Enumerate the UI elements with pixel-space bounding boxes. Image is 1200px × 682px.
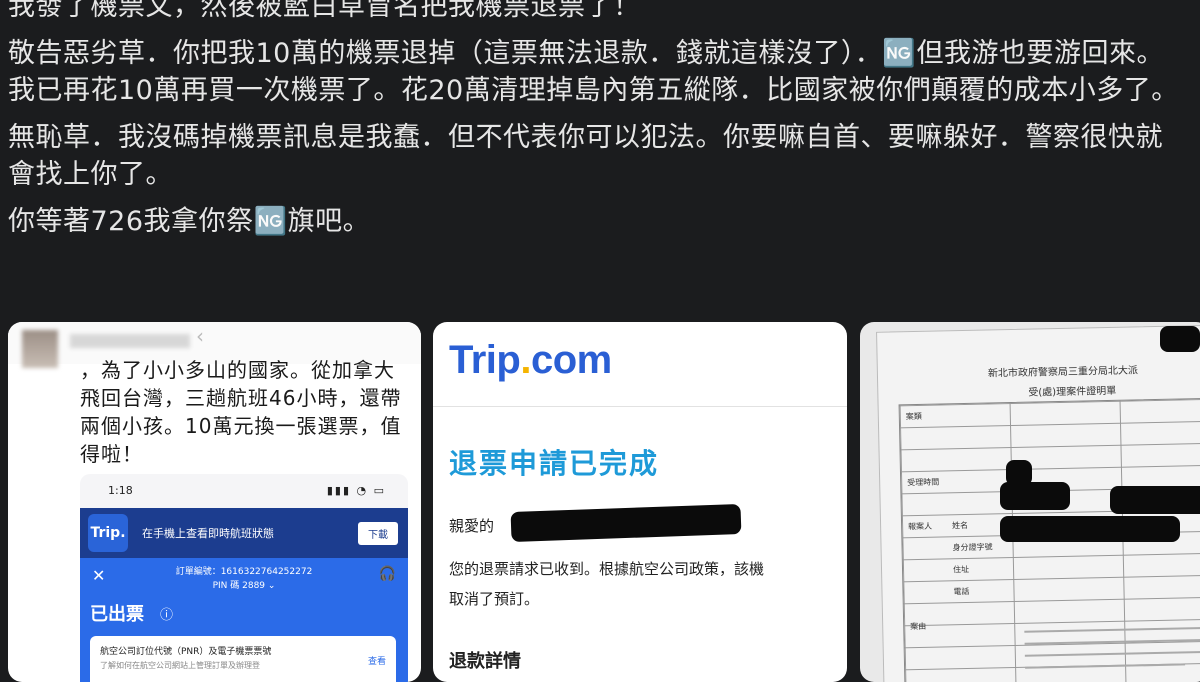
ticket-issued-label: 已出票 xyxy=(90,604,144,625)
avatar xyxy=(22,330,58,368)
banner-text: 在手機上查看即時航班狀態 xyxy=(142,527,274,540)
signal-battery-icon: ▮▮▮ ◔ ▭ xyxy=(326,484,386,497)
chevron-left-icon: ‹ xyxy=(196,324,204,348)
redaction-mark xyxy=(1000,482,1070,510)
photo-tile-2[interactable]: Trip.com 退票申請已完成 親愛的 您的退票請求已收到。根據航空公司政策，… xyxy=(433,322,847,682)
text-line xyxy=(1024,626,1200,633)
table-label: 案類 xyxy=(905,411,922,422)
photo-tile-1[interactable]: ‹ ，為了小小多山的國家。從加拿大飛回台灣，三趟航班46小時，還帶兩個小孩。10… xyxy=(8,322,421,682)
table-label: 電話 xyxy=(953,586,970,597)
refund-details-heading: 退款詳情 xyxy=(449,651,521,672)
redaction-mark xyxy=(1000,516,1180,542)
pin-code: PIN 碼 2889 ⌄ xyxy=(212,581,276,591)
headset-icon: 🎧 xyxy=(378,566,396,582)
email-body-line: 您的退票請求已收到。根據航空公司政策，該機 xyxy=(449,560,765,578)
pnr-card-title: 航空公司訂位代號（PNR）及電子機票票號 xyxy=(100,647,272,657)
app-banner: Trip. 在手機上查看即時航班狀態 下載 xyxy=(80,508,408,558)
post-paragraph: 我發了機票文，然後被藍白草冒名把我機票退票了！ xyxy=(8,0,641,22)
order-panel: ✕ 訂單編號：1616322764252272 PIN 碼 2889 ⌄ 🎧 已… xyxy=(80,558,408,682)
download-button: 下載 xyxy=(358,522,398,545)
redaction-mark xyxy=(1160,326,1200,352)
table-label: 身分證字號 xyxy=(952,542,993,553)
table-label: 住址 xyxy=(952,564,970,575)
divider xyxy=(433,406,847,407)
logo-text-main: Trip xyxy=(449,338,521,382)
text-line xyxy=(1024,638,1200,645)
table-label: 姓名 xyxy=(952,520,969,531)
trip-app-icon: Trip. xyxy=(88,514,128,552)
view-link: 查看 xyxy=(367,657,386,667)
post-paragraph: 你等著726我拿你祭🆖旗吧。 xyxy=(8,206,371,237)
trip-com-logo: Trip.com xyxy=(449,338,612,383)
redaction-mark xyxy=(510,503,742,543)
table-label: 報案人 xyxy=(908,521,933,532)
order-number: 訂單編號：1616322764252272 xyxy=(175,567,313,577)
logo-text-tail: com xyxy=(530,338,612,382)
post-paragraph: 無恥草．我沒碼掉機票訊息是我蠢．但不代表你可以犯法。你要嘛自首、要嘛躲好．警察很… xyxy=(8,122,1163,190)
report-title: 受(處)理案件證明單 xyxy=(1028,385,1117,399)
post-paragraph: 敬告惡劣草．你把我10萬的機票退掉（這票無法退款．錢就這樣沒了）．🆖但我游也要游… xyxy=(8,38,1179,106)
email-body-line: 取消了預訂。 xyxy=(449,590,540,608)
text-line xyxy=(1024,650,1200,657)
greeting: 親愛的 xyxy=(449,517,495,535)
pnr-card-subtitle: 了解如何在航空公司網站上管理訂單及辦理登 xyxy=(100,661,260,670)
pnr-card: 航空公司訂位代號（PNR）及電子機票票號 了解如何在航空公司網站上管理訂單及辦理… xyxy=(90,636,396,682)
text-line xyxy=(1025,663,1186,669)
phone-screenshot: 1:18 ▮▮▮ ◔ ▭ Trip. 在手機上查看即時航班狀態 下載 ✕ 訂單編… xyxy=(80,474,408,682)
refund-complete-title: 退票申請已完成 xyxy=(449,447,660,480)
redaction-mark xyxy=(1110,486,1200,514)
post-body: 我發了機票文，然後被藍白草冒名把我機票退票了！ 敬告惡劣草．你把我10萬的機票退… xyxy=(8,0,1188,250)
blurred-name xyxy=(70,334,190,348)
logo-dot: . xyxy=(520,338,531,382)
table-label: 案由 xyxy=(910,621,927,632)
table-label: 受理時間 xyxy=(907,477,940,488)
info-icon: ⓘ xyxy=(160,608,174,623)
quote-text: ，為了小小多山的國家。從加拿大飛回台灣，三趟航班46小時，還帶兩個小孩。10萬元… xyxy=(80,358,402,466)
status-time: 1:18 xyxy=(108,484,133,497)
photo-tile-3[interactable]: 頁第 新北市政府警察局三重分局北大派 受(處)理案件證明單 案類 受理時間 報案… xyxy=(860,322,1200,682)
report-agency: 新北市政府警察局三重分局北大派 xyxy=(987,365,1139,380)
